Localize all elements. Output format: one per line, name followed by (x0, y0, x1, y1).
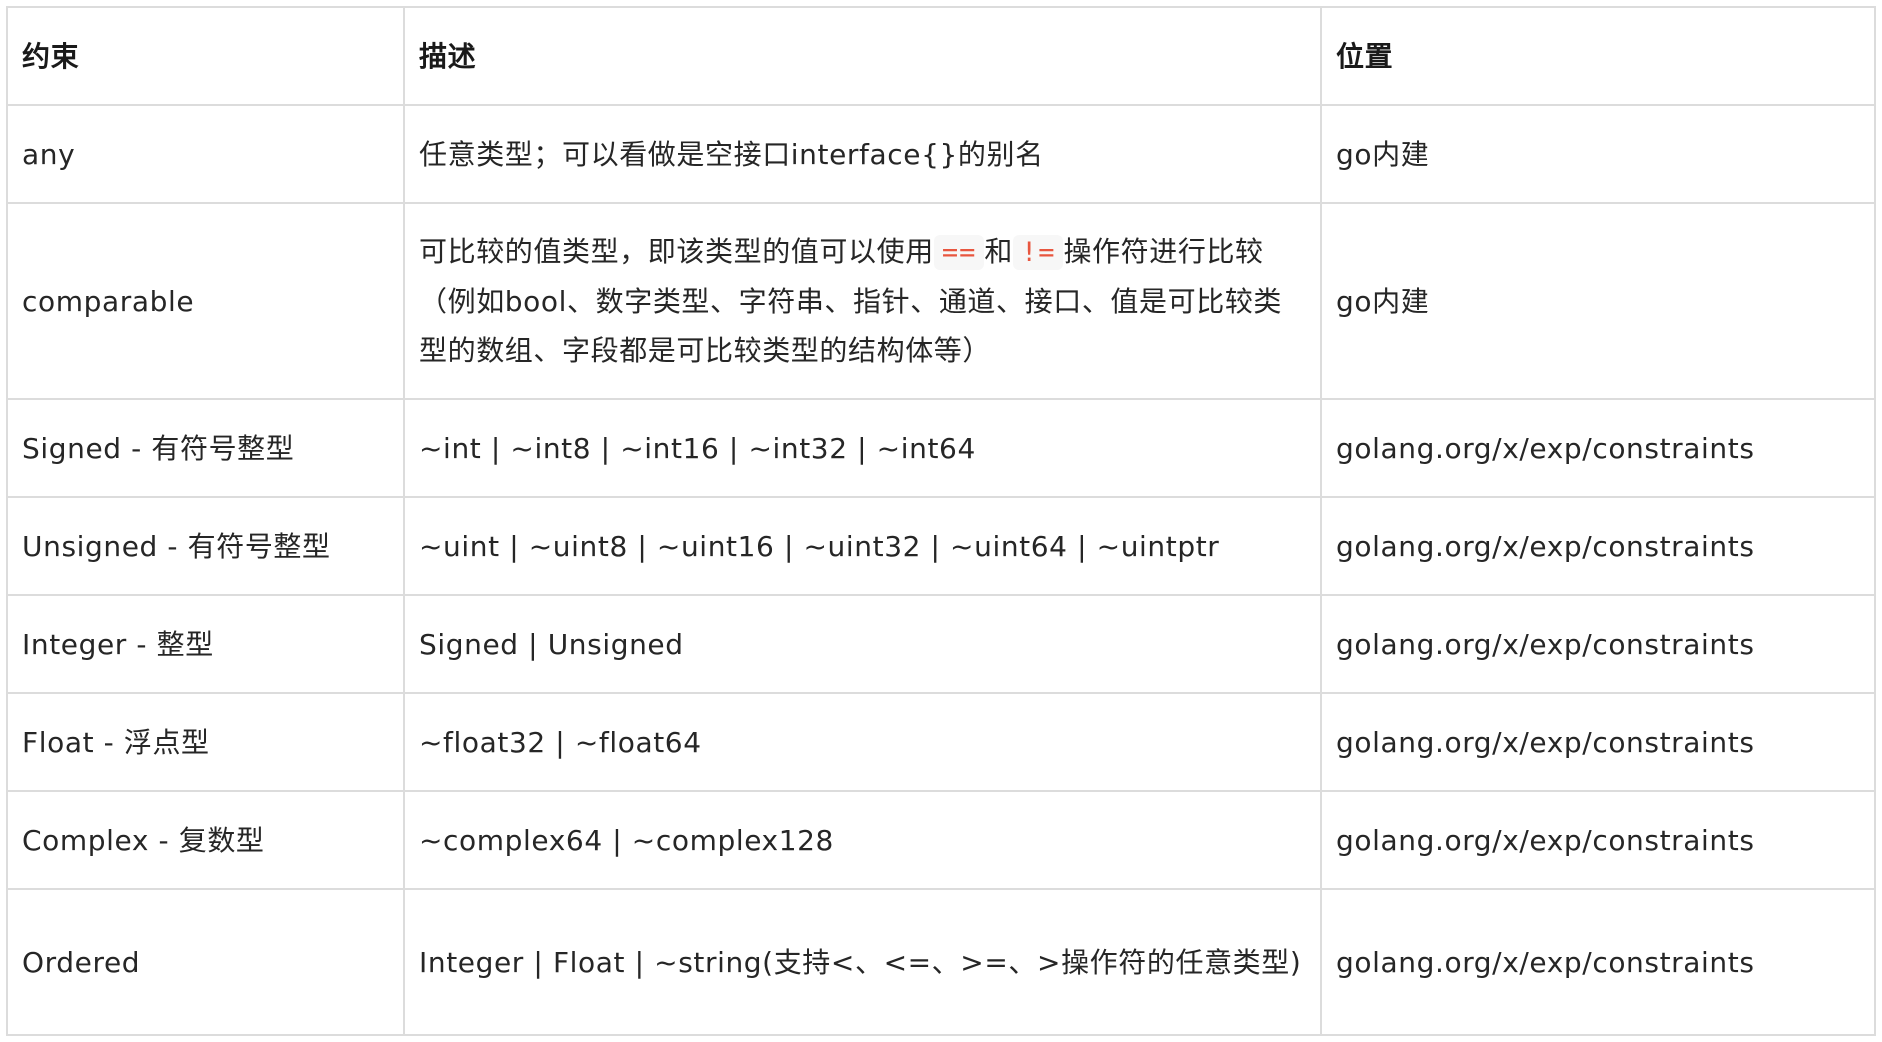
table-row: any 任意类型；可以看做是空接口interface{}的别名 go内建 (6, 104, 1876, 204)
description-cell: Signed | Unsigned (403, 594, 1322, 694)
table-row: Complex - 复数型 ~complex64 | ~complex128 g… (6, 790, 1876, 890)
table-header: 约束 描述 位置 (6, 6, 1876, 106)
location-cell: golang.org/x/exp/constraints (1320, 790, 1876, 890)
description-cell: 可比较的值类型，即该类型的值可以使用 == 和 != 操作符进行比较（例如bool、数字… (403, 202, 1322, 400)
location-cell: golang.org/x/exp/constraints (1320, 888, 1876, 1036)
constraint-cell: Ordered (6, 888, 405, 1036)
constraints-table: 约束 描述 位置 any 任意类型；可以看做是空接口interface{}的别名… (6, 6, 1876, 1036)
constraint-cell: Signed - 有符号整型 (6, 398, 405, 498)
description-cell: ~complex64 | ~complex128 (403, 790, 1322, 890)
constraint-cell: Unsigned - 有符号整型 (6, 496, 405, 596)
location-cell: go内建 (1320, 104, 1876, 204)
table-row: Float - 浮点型 ~float32 | ~float64 golang.o… (6, 692, 1876, 792)
description-cell: 任意类型；可以看做是空接口interface{}的别名 (403, 104, 1322, 204)
table-row: Unsigned - 有符号整型 ~uint | ~uint8 | ~uint1… (6, 496, 1876, 596)
table-row: Ordered Integer | Float | ~string(支持<、<=… (6, 888, 1876, 1036)
header-description: 描述 (403, 6, 1322, 106)
location-cell: go内建 (1320, 202, 1876, 400)
constraint-cell: Float - 浮点型 (6, 692, 405, 792)
description-cell: Integer | Float | ~string(支持<、<=、>=、>操作符… (403, 888, 1322, 1036)
description-text: 和 (984, 235, 1013, 268)
header-constraint: 约束 (6, 6, 405, 106)
table-row: Signed - 有符号整型 ~int | ~int8 | ~int16 | ~… (6, 398, 1876, 498)
not-equal-operator-code: != (1012, 235, 1064, 270)
header-row: 约束 描述 位置 (6, 6, 1876, 106)
location-cell: golang.org/x/exp/constraints (1320, 496, 1876, 596)
constraint-cell: Integer - 整型 (6, 594, 405, 694)
location-cell: golang.org/x/exp/constraints (1320, 692, 1876, 792)
constraint-cell: any (6, 104, 405, 204)
equal-operator-code: == (933, 235, 985, 270)
description-cell: ~float32 | ~float64 (403, 692, 1322, 792)
description-cell: ~int | ~int8 | ~int16 | ~int32 | ~int64 (403, 398, 1322, 498)
header-location: 位置 (1320, 6, 1876, 106)
location-cell: golang.org/x/exp/constraints (1320, 594, 1876, 694)
table-row: Integer - 整型 Signed | Unsigned golang.or… (6, 594, 1876, 694)
table-body: any 任意类型；可以看做是空接口interface{}的别名 go内建 com… (6, 104, 1876, 1036)
table-row: comparable 可比较的值类型，即该类型的值可以使用 == 和 != 操作符进行比… (6, 202, 1876, 400)
description-text: 可比较的值类型，即该类型的值可以使用 (419, 235, 934, 268)
description-cell: ~uint | ~uint8 | ~uint16 | ~uint32 | ~ui… (403, 496, 1322, 596)
constraint-cell: Complex - 复数型 (6, 790, 405, 890)
constraint-cell: comparable (6, 202, 405, 400)
location-cell: golang.org/x/exp/constraints (1320, 398, 1876, 498)
document-page: 约束 描述 位置 any 任意类型；可以看做是空接口interface{}的别名… (0, 0, 1882, 1042)
